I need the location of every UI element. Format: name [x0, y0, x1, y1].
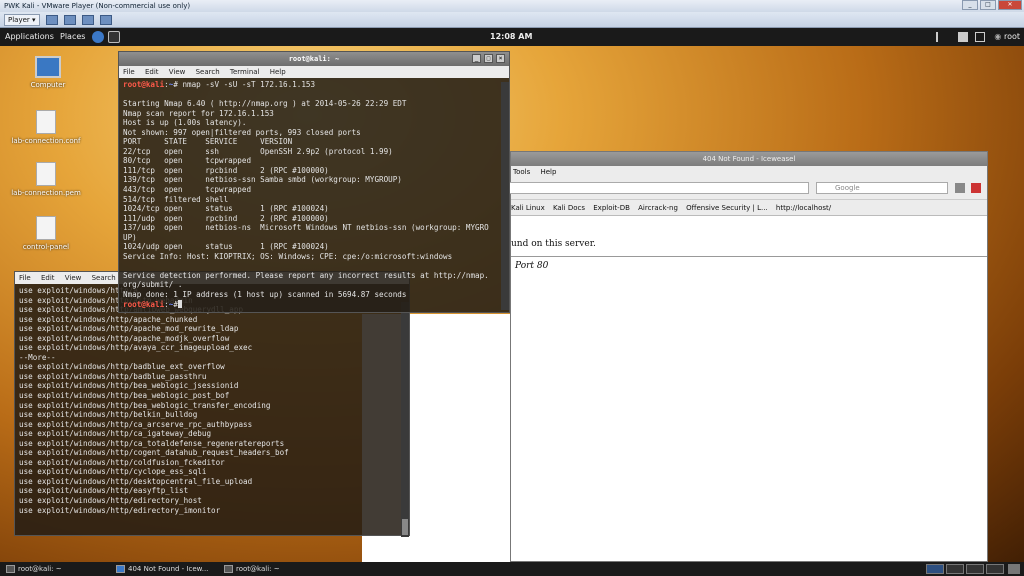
terminal-title-bar[interactable]: root@kali: ~ _ □ × — [119, 52, 509, 66]
unity-icon[interactable] — [99, 14, 112, 25]
menu-file[interactable]: File — [123, 68, 135, 76]
terminal-icon — [6, 565, 15, 573]
desktop-icon-lab-conf[interactable]: lab-connection.conf — [6, 110, 86, 145]
menu-file[interactable]: File — [19, 274, 31, 282]
menu-help[interactable]: Help — [270, 68, 286, 76]
vmware-window-controls: _ □ ✕ — [962, 0, 1022, 10]
bookmarks-toolbar: Kali Linux Kali Docs Exploit-DB Aircrack… — [511, 200, 987, 216]
workspace-1[interactable] — [926, 564, 944, 574]
menu-search[interactable]: Search — [196, 68, 220, 76]
home-icon[interactable] — [971, 183, 981, 193]
scrollbar[interactable] — [501, 82, 509, 310]
close-icon[interactable]: × — [496, 54, 505, 63]
page-content: und on this server. Port 80 — [511, 216, 987, 540]
taskbar-item-terminal-2[interactable]: root@kali: ~ — [222, 562, 280, 576]
places-menu[interactable]: Places — [60, 28, 85, 46]
desktop-icon-computer[interactable]: Computer — [8, 56, 88, 89]
user-menu[interactable]: ◉ root — [994, 28, 1020, 46]
menu-edit[interactable]: Edit — [41, 274, 55, 282]
workspace-2[interactable] — [946, 564, 964, 574]
desktop-icon-lab-pem[interactable]: lab-connection.pem — [6, 162, 86, 197]
bookmark-kali-docs[interactable]: Kali Docs — [553, 204, 585, 212]
browser-launcher-icon[interactable] — [92, 31, 104, 43]
browser-nav-bar: Google — [509, 178, 987, 200]
maximize-icon[interactable]: □ — [484, 54, 493, 63]
url-input[interactable] — [509, 182, 809, 194]
browser-icon — [116, 565, 125, 573]
minimize-button[interactable]: _ — [962, 0, 978, 10]
close-button[interactable]: ✕ — [998, 0, 1022, 10]
file-icon — [36, 162, 56, 186]
nmap-output: Starting Nmap 6.40 ( http://nmap.org ) a… — [123, 99, 489, 300]
menu-edit[interactable]: Edit — [145, 68, 159, 76]
applications-menu[interactable]: Applications — [5, 28, 54, 46]
menu-view[interactable]: View — [65, 274, 82, 282]
file-icon — [36, 110, 56, 134]
bottom-taskbar: root@kali: ~ 404 Not Found - Icew... roo… — [0, 562, 1024, 576]
bookmark-aircrack-ng[interactable]: Aircrack-ng — [638, 204, 678, 212]
send-ctrl-alt-del-icon[interactable] — [63, 14, 76, 25]
download-icon[interactable] — [955, 183, 965, 193]
bookmark-offensive-security[interactable]: Offensive Security | L... — [686, 204, 767, 212]
prompt-user: root@kali — [123, 80, 165, 89]
menu-help[interactable]: Help — [540, 168, 556, 176]
scrollbar[interactable] — [401, 302, 409, 537]
bookmark-exploit-db[interactable]: Exploit-DB — [593, 204, 630, 212]
cursor: _ — [177, 299, 183, 308]
menu-tools[interactable]: Tools — [513, 168, 530, 176]
minimize-icon[interactable]: _ — [472, 54, 481, 63]
pause-icon[interactable] — [45, 14, 58, 25]
browser-menu-bar: Tools Help — [511, 166, 987, 178]
computer-icon — [35, 56, 61, 78]
server-address: Port 80 — [515, 261, 549, 271]
maximize-button[interactable]: □ — [980, 0, 996, 10]
terminal-output[interactable]: root@kali:~# nmap -sV -sU -sT 172.16.1.1… — [119, 78, 509, 308]
browser-title-bar[interactable]: 404 Not Found - Iceweasel — [511, 152, 987, 166]
terminal-window-nmap: root@kali: ~ _ □ × File Edit View Search… — [118, 51, 510, 313]
error-message: und on this server. — [511, 239, 596, 249]
terminal-icon — [224, 565, 233, 573]
vmware-title: PWK Kali - VMware Player (Non-commercial… — [4, 2, 191, 10]
terminal-menu-bar: File Edit View Search Terminal Help — [119, 66, 509, 78]
bookmark-kali-linux[interactable]: Kali Linux — [511, 204, 545, 212]
menu-terminal[interactable]: Terminal — [230, 68, 260, 76]
browser-window: 404 Not Found - Iceweasel Tools Help Goo… — [509, 151, 988, 562]
scrollbar-thumb[interactable] — [402, 519, 408, 535]
taskbar-item-terminal-1[interactable]: root@kali: ~ — [4, 562, 62, 576]
user-icon: ◉ — [994, 32, 1004, 41]
workspace-3[interactable] — [966, 564, 984, 574]
taskbar-item-browser[interactable]: 404 Not Found - Icew... — [114, 562, 208, 576]
top-panel: Applications Places 12:08 AM ◉ root — [0, 28, 1024, 46]
network-icon[interactable] — [958, 32, 968, 42]
prompt-user: root@kali — [123, 299, 165, 308]
file-icon — [36, 216, 56, 240]
search-input[interactable]: Google — [816, 182, 948, 194]
panel-clock[interactable]: 12:08 AM — [490, 28, 532, 46]
vmware-toolbar: Player ▾ — [0, 12, 1024, 28]
terminal-launcher-icon[interactable] — [108, 31, 120, 43]
keyboard-icon[interactable] — [975, 32, 985, 42]
divider — [511, 256, 987, 257]
terminal-output[interactable]: use exploit/windows/http/a use exploit/w… — [15, 284, 409, 516]
volume-icon[interactable] — [936, 32, 946, 42]
vmware-title-bar: PWK Kali - VMware Player (Non-commercial… — [0, 0, 1024, 12]
menu-view[interactable]: View — [169, 68, 186, 76]
player-menu-button[interactable]: Player ▾ — [4, 13, 40, 26]
bookmark-localhost[interactable]: http://localhost/ — [776, 204, 831, 212]
fullscreen-icon[interactable] — [81, 14, 94, 25]
workspace-4[interactable] — [986, 564, 1004, 574]
menu-search[interactable]: Search — [92, 274, 116, 282]
desktop-icon-control-panel[interactable]: control-panel — [6, 216, 86, 251]
trash-icon[interactable] — [1008, 564, 1020, 574]
nmap-command: # nmap -sV -sU -sT 172.16.1.153 — [173, 80, 316, 89]
